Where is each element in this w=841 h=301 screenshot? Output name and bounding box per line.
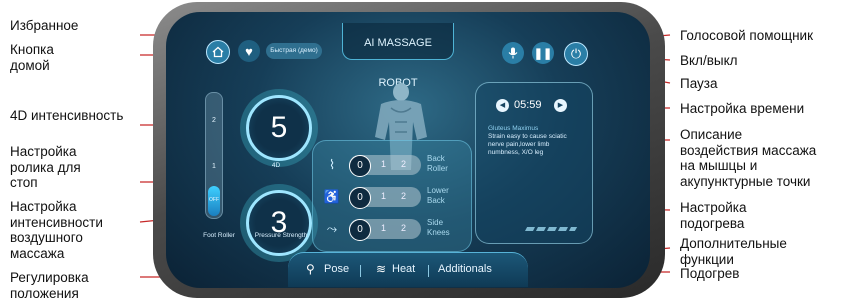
seg-knob[interactable]: 0 bbox=[349, 219, 371, 241]
left-arrow-icon: ◀ bbox=[499, 102, 506, 109]
back-roller-icon: ⌇ bbox=[328, 157, 336, 172]
bottom-bar: ⚲ Pose ≋ Heat Additionals bbox=[288, 252, 528, 287]
right-arrow-icon: ▶ bbox=[557, 102, 564, 109]
divider bbox=[428, 265, 429, 277]
heat-row-back-roller: ⌇ 0 1 2 Back Roller bbox=[323, 154, 463, 177]
callout-foot-roller: Настройка ролика для стоп bbox=[10, 144, 81, 190]
home-icon bbox=[212, 46, 224, 58]
callout-time-setting: Настройка времени bbox=[680, 101, 805, 116]
callout-heating: Подогрев bbox=[680, 266, 740, 281]
muscle-title: Gluteus Maximus bbox=[488, 125, 539, 132]
time-decrease-button[interactable]: ◀ bbox=[496, 99, 509, 112]
callout-home-button: Кнопка домой bbox=[10, 42, 54, 73]
mode-pill[interactable]: Быстрая (демо) bbox=[266, 43, 322, 59]
heat-label-side-knees: Side Knees bbox=[427, 218, 450, 237]
microphone-icon bbox=[508, 47, 518, 59]
intensity-4d-caption: 4D bbox=[271, 162, 281, 169]
massage-chair-icon: ⚲ bbox=[306, 262, 315, 276]
pause-button[interactable]: ❚❚ bbox=[532, 42, 554, 64]
info-panel: ◀ 05:59 ▶ Gluteus Maximus Strain easy to… bbox=[475, 82, 593, 244]
time-display: 05:59 bbox=[514, 99, 542, 111]
additionals-button[interactable]: Additionals bbox=[438, 263, 492, 275]
callout-pause: Пауза bbox=[680, 76, 718, 91]
knee-icon: ⤳ bbox=[326, 221, 338, 236]
lower-back-icon: ♿ bbox=[323, 189, 341, 204]
seg-step-2[interactable]: 2 bbox=[401, 223, 406, 233]
voice-button[interactable] bbox=[502, 42, 524, 64]
callout-description: Описание воздействия массажа на мышцы и … bbox=[680, 127, 817, 189]
callout-additional: Дополнительные функции bbox=[680, 236, 787, 267]
air-pressure-dial[interactable]: 3 bbox=[246, 190, 312, 256]
seg-step-1[interactable]: 1 bbox=[381, 159, 386, 169]
callout-air-intensity: Настройка интенсивности воздушного масса… bbox=[10, 199, 103, 261]
heat-row-side-knees: ⤳ 0 1 2 Side Knees bbox=[323, 218, 463, 241]
progress-dashes bbox=[524, 227, 578, 231]
seg-step-1[interactable]: 1 bbox=[381, 223, 386, 233]
favorites-button[interactable]: ♥ bbox=[238, 40, 260, 62]
app-title: AI MASSAGE ROBOT bbox=[342, 23, 454, 89]
foot-roller-slider[interactable]: 2 1 OFF bbox=[205, 92, 223, 219]
heat-label-lower-back: Lower Back bbox=[427, 186, 449, 205]
pause-icon: ❚❚ bbox=[533, 47, 553, 60]
seg-step-1[interactable]: 1 bbox=[381, 191, 386, 201]
air-pressure-caption: Pressure Strength bbox=[254, 232, 308, 239]
power-icon: ⏻ bbox=[570, 46, 582, 61]
heat-label-back-roller: Back Roller bbox=[427, 154, 448, 173]
foot-roller-label-2: 2 bbox=[212, 117, 216, 124]
callout-power: Вкл/выкл bbox=[680, 53, 738, 68]
heat-row-lower-back: ♿ 0 1 2 Lower Back bbox=[323, 186, 463, 209]
muscle-description: Strain easy to cause sciatic nerve pain,… bbox=[488, 133, 567, 156]
callout-intensity-4d: 4D интенсивность bbox=[10, 108, 124, 123]
callout-voice: Голосовой помощник bbox=[680, 28, 814, 43]
foot-roller-caption: Foot Roller bbox=[203, 232, 235, 239]
heat-segment-back-roller[interactable]: 0 1 2 bbox=[349, 155, 421, 177]
heat-waves-icon: ≋ bbox=[376, 262, 387, 276]
seg-knob[interactable]: 0 bbox=[349, 155, 371, 177]
intensity-4d-dial[interactable]: 5 bbox=[246, 95, 312, 161]
home-button[interactable] bbox=[206, 40, 230, 64]
callout-position: Регулировка положения bbox=[10, 270, 89, 301]
device-screen: AI MASSAGE ROBOT ♥ Быстрая (демо) ❚❚ ⏻ 2… bbox=[166, 12, 650, 288]
seg-knob[interactable]: 0 bbox=[349, 187, 371, 209]
seg-step-2[interactable]: 2 bbox=[401, 191, 406, 201]
foot-roller-label-off: OFF bbox=[209, 197, 219, 203]
seg-step-2[interactable]: 2 bbox=[401, 159, 406, 169]
callout-favorites: Избранное bbox=[10, 18, 79, 33]
heart-icon: ♥ bbox=[245, 43, 253, 59]
heat-segment-lower-back[interactable]: 0 1 2 bbox=[349, 187, 421, 209]
heat-settings-panel: ⌇ 0 1 2 Back Roller ♿ 0 1 2 Lower Back ⤳… bbox=[312, 140, 472, 252]
pose-button[interactable]: Pose bbox=[324, 263, 349, 275]
heat-button[interactable]: Heat bbox=[392, 263, 415, 275]
foot-roller-label-1: 1 bbox=[212, 163, 216, 170]
callout-heat-setting: Настройка подогрева bbox=[680, 200, 747, 231]
heat-segment-side-knees[interactable]: 0 1 2 bbox=[349, 219, 421, 241]
power-button[interactable]: ⏻ bbox=[564, 42, 588, 66]
time-increase-button[interactable]: ▶ bbox=[554, 99, 567, 112]
divider bbox=[360, 265, 361, 277]
